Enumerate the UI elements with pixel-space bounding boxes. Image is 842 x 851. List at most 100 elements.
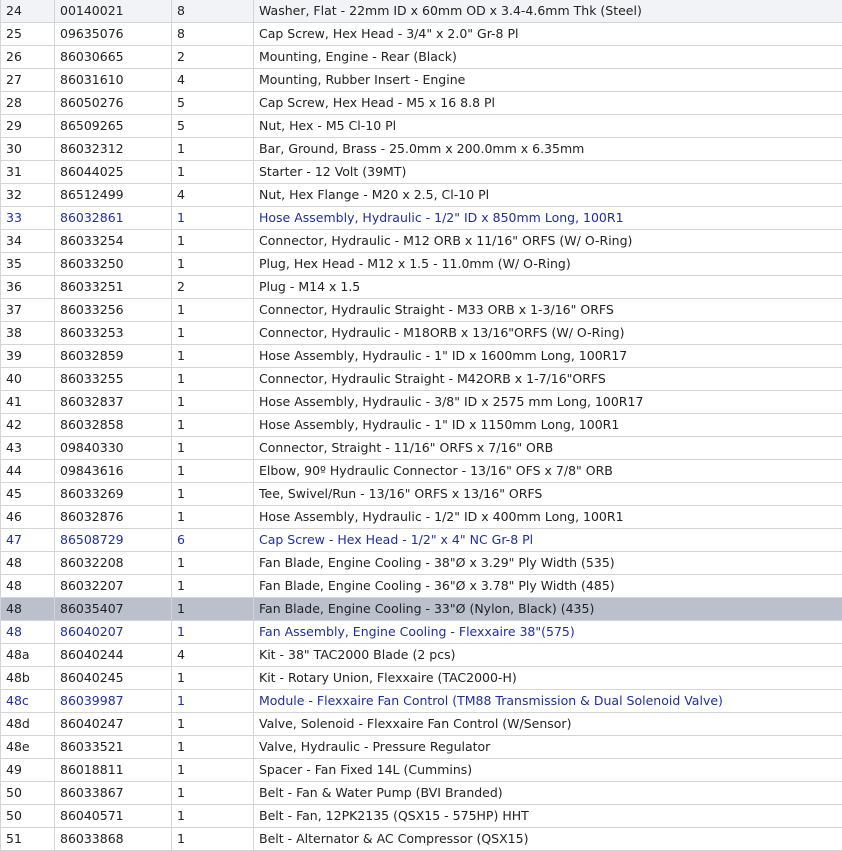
item-number-cell: 25 bbox=[1, 23, 55, 46]
table-row[interactable]: 26860306652Mounting, Engine - Rear (Blac… bbox=[1, 46, 842, 69]
table-row[interactable]: 43098403301Connector, Straight - 11/16" … bbox=[1, 437, 842, 460]
quantity-cell: 1 bbox=[172, 667, 254, 690]
table-row[interactable]: 33860328611Hose Assembly, Hydraulic - 1/… bbox=[1, 207, 842, 230]
item-number-cell: 49 bbox=[1, 759, 55, 782]
item-number-cell: 28 bbox=[1, 92, 55, 115]
table-row[interactable]: 50860405711Belt - Fan, 12PK2135 (QSX15 -… bbox=[1, 805, 842, 828]
item-number-cell: 42 bbox=[1, 414, 55, 437]
item-number-cell[interactable]: 48 bbox=[1, 621, 55, 644]
table-row[interactable]: 30860323121Bar, Ground, Brass - 25.0mm x… bbox=[1, 138, 842, 161]
item-number-cell[interactable]: 48c bbox=[1, 690, 55, 713]
table-row[interactable]: 48e860335211Valve, Hydraulic - Pressure … bbox=[1, 736, 842, 759]
quantity-cell: 5 bbox=[172, 92, 254, 115]
part-number-cell: 86040244 bbox=[55, 644, 172, 667]
quantity-cell: 1 bbox=[172, 391, 254, 414]
table-row[interactable]: 50860338671Belt - Fan & Water Pump (BVI … bbox=[1, 782, 842, 805]
table-row[interactable]: 48c860399871Module - Flexxaire Fan Contr… bbox=[1, 690, 842, 713]
table-row[interactable]: 40860332551Connector, Hydraulic Straight… bbox=[1, 368, 842, 391]
item-number-cell: 44 bbox=[1, 460, 55, 483]
item-number-cell[interactable]: 33 bbox=[1, 207, 55, 230]
description-cell: Cap Screw, Hex Head - 3/4" x 2.0" Gr-8 P… bbox=[254, 23, 842, 46]
table-row[interactable]: 46860328761Hose Assembly, Hydraulic - 1/… bbox=[1, 506, 842, 529]
table-row[interactable]: 51860338681Belt - Alternator & AC Compre… bbox=[1, 828, 842, 851]
item-number-cell: 48d bbox=[1, 713, 55, 736]
item-number-cell: 50 bbox=[1, 805, 55, 828]
item-number-cell: 38 bbox=[1, 322, 55, 345]
table-row[interactable]: 36860332512Plug - M14 x 1.5 bbox=[1, 276, 842, 299]
quantity-cell: 2 bbox=[172, 46, 254, 69]
description-cell: Tee, Swivel/Run - 13/16" ORFS x 13/16" O… bbox=[254, 483, 842, 506]
quantity-cell[interactable]: 1 bbox=[172, 621, 254, 644]
description-cell: Spacer - Fan Fixed 14L (Cummins) bbox=[254, 759, 842, 782]
item-number-cell: 48a bbox=[1, 644, 55, 667]
table-row[interactable]: 48860354071Fan Blade, Engine Cooling - 3… bbox=[1, 598, 842, 621]
table-row[interactable]: 39860328591Hose Assembly, Hydraulic - 1"… bbox=[1, 345, 842, 368]
table-row[interactable]: 34860332541Connector, Hydraulic - M12 OR… bbox=[1, 230, 842, 253]
quantity-cell: 1 bbox=[172, 299, 254, 322]
description-cell: Belt - Fan, 12PK2135 (QSX15 - 575HP) HHT bbox=[254, 805, 842, 828]
table-row[interactable]: 48860402071Fan Assembly, Engine Cooling … bbox=[1, 621, 842, 644]
description-cell: Fan Blade, Engine Cooling - 38"Ø x 3.29"… bbox=[254, 552, 842, 575]
description-cell: Cap Screw, Hex Head - M5 x 16 8.8 Pl bbox=[254, 92, 842, 115]
table-row[interactable]: 29865092655Nut, Hex - M5 Cl-10 Pl bbox=[1, 115, 842, 138]
part-number-cell[interactable]: 86040207 bbox=[55, 621, 172, 644]
table-row[interactable]: 37860332561Connector, Hydraulic Straight… bbox=[1, 299, 842, 322]
table-row[interactable]: 25096350768Cap Screw, Hex Head - 3/4" x … bbox=[1, 23, 842, 46]
description-cell: Nut, Hex Flange - M20 x 2.5, Cl-10 Pl bbox=[254, 184, 842, 207]
item-number-cell: 32 bbox=[1, 184, 55, 207]
part-number-cell: 86032876 bbox=[55, 506, 172, 529]
table-row[interactable]: 45860332691Tee, Swivel/Run - 13/16" ORFS… bbox=[1, 483, 842, 506]
table-row[interactable]: 41860328371Hose Assembly, Hydraulic - 3/… bbox=[1, 391, 842, 414]
table-row[interactable]: 32865124994Nut, Hex Flange - M20 x 2.5, … bbox=[1, 184, 842, 207]
description-cell[interactable]: Module - Flexxaire Fan Control (TM88 Tra… bbox=[254, 690, 842, 713]
table-row[interactable]: 27860316104Mounting, Rubber Insert - Eng… bbox=[1, 69, 842, 92]
quantity-cell: 1 bbox=[172, 736, 254, 759]
description-cell[interactable]: Hose Assembly, Hydraulic - 1/2" ID x 850… bbox=[254, 207, 842, 230]
part-number-cell[interactable]: 86032861 bbox=[55, 207, 172, 230]
parts-table: 24001400218Washer, Flat - 22mm ID x 60mm… bbox=[0, 0, 842, 851]
table-row[interactable]: 44098436161Elbow, 90º Hydraulic Connecto… bbox=[1, 460, 842, 483]
part-number-cell[interactable]: 86039987 bbox=[55, 690, 172, 713]
quantity-cell: 4 bbox=[172, 184, 254, 207]
part-number-cell: 86032207 bbox=[55, 575, 172, 598]
part-number-cell: 86035407 bbox=[55, 598, 172, 621]
part-number-cell: 86032837 bbox=[55, 391, 172, 414]
table-row[interactable]: 31860440251Starter - 12 Volt (39MT) bbox=[1, 161, 842, 184]
item-number-cell: 26 bbox=[1, 46, 55, 69]
table-row[interactable]: 49860188111Spacer - Fan Fixed 14L (Cummi… bbox=[1, 759, 842, 782]
quantity-cell[interactable]: 6 bbox=[172, 529, 254, 552]
description-cell[interactable]: Fan Assembly, Engine Cooling - Flexxaire… bbox=[254, 621, 842, 644]
quantity-cell: 1 bbox=[172, 575, 254, 598]
part-number-cell: 86040571 bbox=[55, 805, 172, 828]
description-cell: Washer, Flat - 22mm ID x 60mm OD x 3.4-4… bbox=[254, 0, 842, 23]
part-number-cell[interactable]: 86508729 bbox=[55, 529, 172, 552]
table-row[interactable]: 24001400218Washer, Flat - 22mm ID x 60mm… bbox=[1, 0, 842, 23]
table-row[interactable]: 38860332531Connector, Hydraulic - M18ORB… bbox=[1, 322, 842, 345]
table-row[interactable]: 47865087296Cap Screw - Hex Head - 1/2" x… bbox=[1, 529, 842, 552]
description-cell: Belt - Alternator & AC Compressor (QSX15… bbox=[254, 828, 842, 851]
table-row[interactable]: 28860502765Cap Screw, Hex Head - M5 x 16… bbox=[1, 92, 842, 115]
table-row[interactable]: 48a860402444Kit - 38" TAC2000 Blade (2 p… bbox=[1, 644, 842, 667]
quantity-cell: 1 bbox=[172, 368, 254, 391]
description-cell: Belt - Fan & Water Pump (BVI Branded) bbox=[254, 782, 842, 805]
description-cell[interactable]: Cap Screw - Hex Head - 1/2" x 4" NC Gr-8… bbox=[254, 529, 842, 552]
quantity-cell[interactable]: 1 bbox=[172, 207, 254, 230]
quantity-cell: 1 bbox=[172, 552, 254, 575]
part-number-cell: 86033250 bbox=[55, 253, 172, 276]
item-number-cell: 48b bbox=[1, 667, 55, 690]
quantity-cell[interactable]: 1 bbox=[172, 690, 254, 713]
quantity-cell: 1 bbox=[172, 483, 254, 506]
item-number-cell[interactable]: 47 bbox=[1, 529, 55, 552]
item-number-cell: 51 bbox=[1, 828, 55, 851]
table-row[interactable]: 35860332501Plug, Hex Head - M12 x 1.5 - … bbox=[1, 253, 842, 276]
item-number-cell: 37 bbox=[1, 299, 55, 322]
table-row[interactable]: 48860322071Fan Blade, Engine Cooling - 3… bbox=[1, 575, 842, 598]
table-row[interactable]: 42860328581Hose Assembly, Hydraulic - 1"… bbox=[1, 414, 842, 437]
table-row[interactable]: 48860322081Fan Blade, Engine Cooling - 3… bbox=[1, 552, 842, 575]
part-number-cell: 86033269 bbox=[55, 483, 172, 506]
quantity-cell: 4 bbox=[172, 644, 254, 667]
part-number-cell: 86040245 bbox=[55, 667, 172, 690]
quantity-cell: 2 bbox=[172, 276, 254, 299]
table-row[interactable]: 48d860402471Valve, Solenoid - Flexxaire … bbox=[1, 713, 842, 736]
table-row[interactable]: 48b860402451Kit - Rotary Union, Flexxair… bbox=[1, 667, 842, 690]
